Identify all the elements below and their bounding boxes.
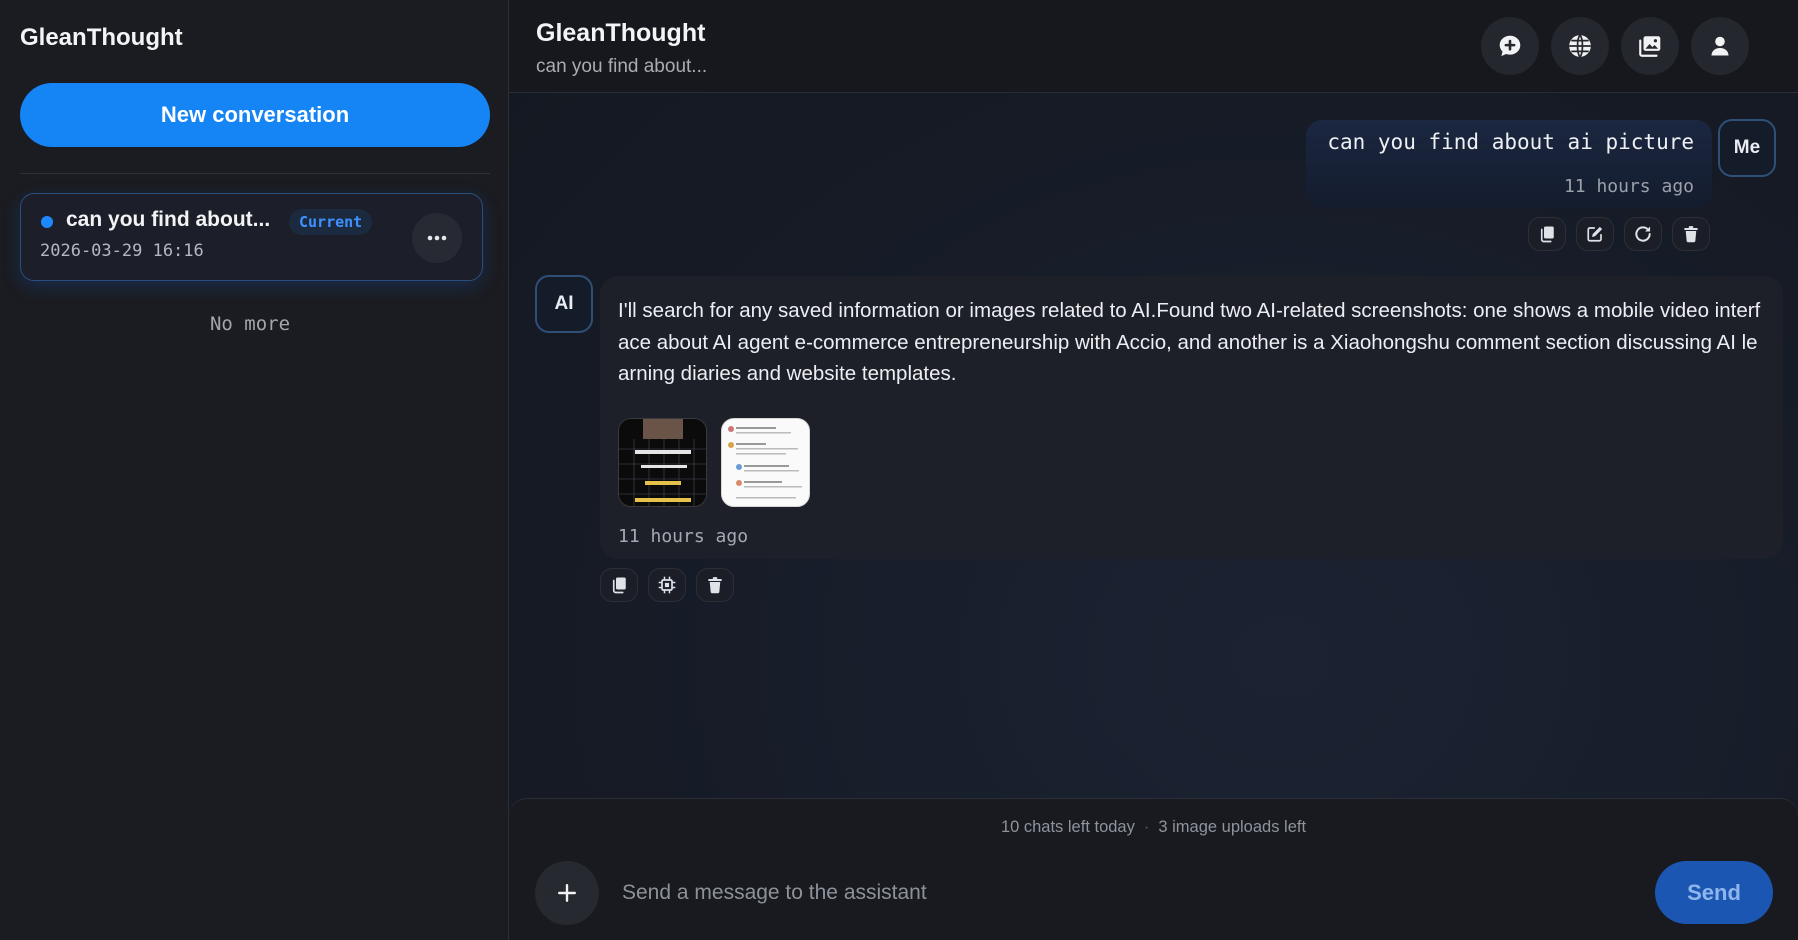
conversation-title: can you find about... (66, 208, 271, 231)
globe-icon (1569, 34, 1591, 58)
regenerate-button[interactable] (1624, 217, 1662, 251)
user-message-text: can you find about ai picture (1327, 130, 1694, 154)
user-message-time: 11 hours ago (1563, 176, 1694, 197)
chat-title: GleanThought (536, 19, 706, 47)
chat-subtitle: can you find about... (536, 56, 708, 77)
usage-quota: 10 chats left today · 3 image uploads left (509, 818, 1798, 837)
ai-avatar: AI (535, 275, 593, 333)
delete-message-button[interactable] (1672, 217, 1710, 251)
ai-message-time: 11 hours ago (618, 526, 749, 547)
quota-separator: · (1143, 818, 1150, 836)
sidebar-divider (20, 173, 490, 174)
web-search-button[interactable] (1551, 17, 1609, 75)
no-more-label: No more (209, 313, 291, 335)
attach-button[interactable] (535, 861, 599, 925)
copy-ai-message-button[interactable] (600, 568, 638, 602)
chat-bubble-icon (1499, 35, 1521, 57)
model-info-button[interactable] (648, 568, 686, 602)
image-uploads-left-text: 3 image uploads left (1158, 818, 1307, 836)
more-options-button[interactable] (412, 213, 462, 263)
chats-left-text: 10 chats left today (1000, 818, 1135, 836)
sidebar: GleanThought New conversation can you fi… (0, 0, 509, 940)
app-root: GleanThought New conversation can you fi… (0, 0, 1798, 940)
chat-history-button[interactable] (1481, 17, 1539, 75)
copy-message-button[interactable] (1528, 217, 1566, 251)
image-gallery-button[interactable] (1621, 17, 1679, 75)
user-icon (1711, 36, 1729, 56)
message-composer: 10 chats left today · 3 image uploads left… (509, 798, 1798, 940)
send-button[interactable]: Send (1655, 861, 1773, 924)
user-message-bubble: can you find about ai picture 11 hours a… (1306, 120, 1712, 208)
ai-message-bubble: I'll search for any saved information or… (600, 276, 1783, 559)
chat-main: GleanThought can you find about... can y… (509, 0, 1798, 940)
chat-header: GleanThought can you find about... (509, 0, 1798, 93)
copy-icon (1540, 226, 1554, 243)
conversation-item-current[interactable]: can you find about... Current 2026-03-29… (20, 193, 483, 281)
attachment-thumbnail-comments[interactable] (721, 418, 810, 507)
image-gallery-icon (1639, 36, 1661, 57)
more-horizontal-icon (427, 235, 447, 241)
chip-icon (658, 576, 676, 594)
plus-icon (558, 884, 576, 902)
new-conversation-button[interactable]: New conversation (20, 83, 490, 147)
ai-message-text: I'll search for any saved information or… (618, 299, 1761, 385)
delete-icon (708, 577, 722, 594)
current-badge: Current (289, 209, 373, 235)
video-screenshot-thumbnail (619, 419, 706, 506)
message-input[interactable] (622, 871, 1622, 915)
active-dot-icon (41, 216, 53, 228)
edit-icon (1587, 226, 1603, 242)
conversation-date: 2026-03-29 16:16 (40, 241, 204, 261)
profile-button[interactable] (1691, 17, 1749, 75)
comment-screenshot-thumbnail (722, 419, 809, 506)
copy-icon (612, 577, 626, 594)
user-avatar: Me (1718, 119, 1776, 177)
edit-message-button[interactable] (1576, 217, 1614, 251)
regenerate-icon (1635, 226, 1651, 242)
delete-ai-message-button[interactable] (696, 568, 734, 602)
delete-icon (1684, 226, 1698, 243)
attachment-thumbnail-video[interactable] (618, 418, 707, 507)
sidebar-brand: GleanThought (20, 24, 183, 51)
